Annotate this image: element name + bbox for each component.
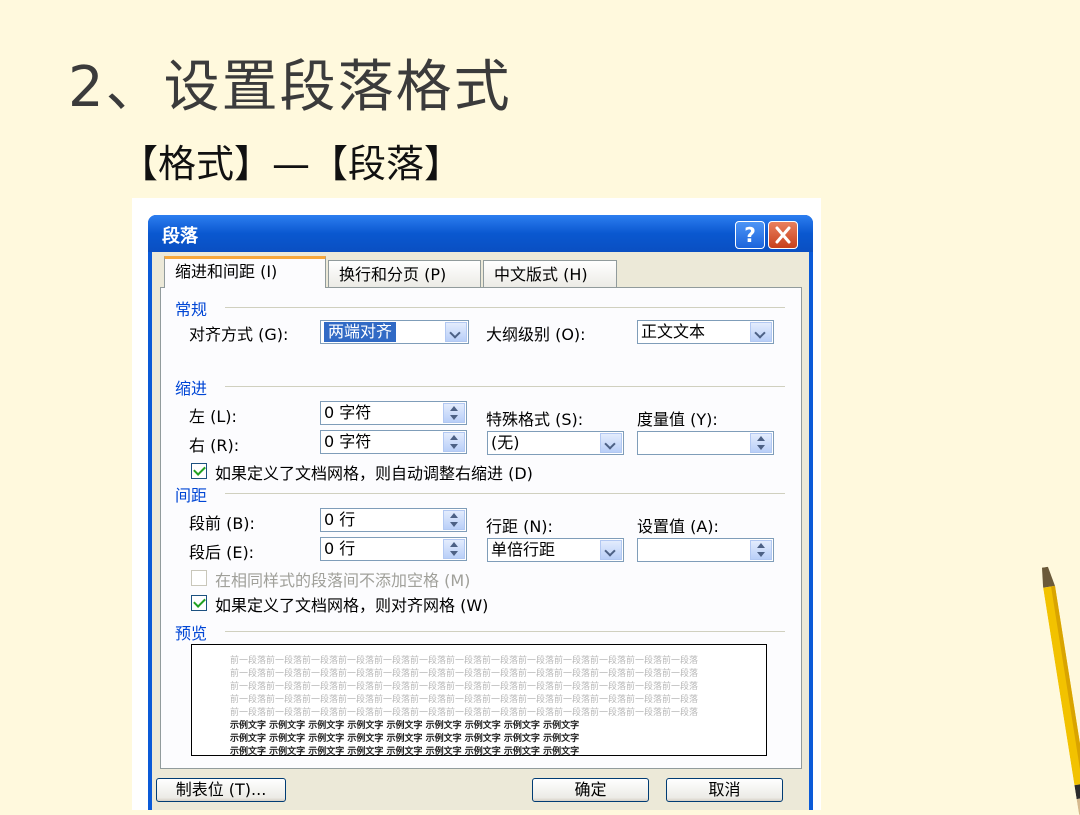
dialog-client: 缩进和间距 (I) 换行和分页 (P) 中文版式 (H) 常规 对齐方式 (G)… [152, 252, 809, 810]
spinner-arrows-icon[interactable] [443, 432, 465, 452]
space-before-label: 段前 (B): [189, 514, 255, 533]
pencil-icon [1041, 566, 1080, 815]
alignment-select[interactable]: 两端对齐 [320, 320, 469, 344]
paragraph-dialog: 段落 ? 缩进和间距 (I) 换行和分页 (P) 中文版式 (H) 常规 对齐方… [148, 215, 813, 810]
outline-level-label: 大纲级别 (O): [486, 325, 586, 344]
special-indent-label: 特殊格式 (S): [486, 410, 584, 429]
preview-prev-line: 前一段落前一段落前一段落前一段落前一段落前一段落前一段落前一段落前一段落前一段落… [230, 695, 699, 705]
slide-subtitle: 【格式】—【段落】 [120, 142, 463, 186]
chevron-down-icon[interactable] [600, 540, 622, 560]
right-indent-value: 0 字符 [324, 432, 372, 451]
outline-level-value: 正文文本 [641, 322, 706, 341]
preview-heading: 预览 [175, 624, 208, 643]
alignment-value: 两端对齐 [324, 322, 397, 342]
preview-prev-line: 前一段落前一段落前一段落前一段落前一段落前一段落前一段落前一段落前一段落前一段落… [230, 682, 699, 692]
preview-sample-line: 示例文字 示例文字 示例文字 示例文字 示例文字 示例文字 示例文字 示例文字 … [230, 747, 580, 756]
space-before-spinner[interactable]: 0 行 [320, 508, 467, 532]
special-indent-select[interactable]: (无) [487, 431, 624, 455]
space-after-value: 0 行 [324, 539, 356, 558]
tab-indents-spacing[interactable]: 缩进和间距 (I) [164, 256, 326, 288]
preview-sample-line: 示例文字 示例文字 示例文字 示例文字 示例文字 示例文字 示例文字 示例文字 … [230, 721, 580, 731]
line-spacing-label: 行距 (N): [486, 517, 553, 536]
indent-by-spinner[interactable] [637, 431, 774, 455]
no-space-same-style-label: 在相同样式的段落间不添加空格 (M) [215, 571, 471, 590]
space-after-spinner[interactable]: 0 行 [320, 537, 467, 561]
close-button[interactable] [768, 221, 798, 249]
preview-prev-line: 前一段落前一段落前一段落前一段落前一段落前一段落前一段落前一段落前一段落前一段落… [230, 708, 699, 718]
left-indent-value: 0 字符 [324, 403, 372, 422]
space-before-value: 0 行 [324, 510, 356, 529]
ok-button[interactable]: 确定 [532, 778, 649, 802]
dialog-title: 段落 [162, 226, 198, 247]
preview-divider [225, 631, 785, 632]
cancel-button[interactable]: 取消 [666, 778, 783, 802]
help-button[interactable]: ? [735, 221, 765, 249]
spacing-divider [225, 493, 785, 494]
tab-panel: 常规 对齐方式 (G): 两端对齐 大纲级别 (O): 正文文本 缩进 左 (L… [160, 287, 802, 769]
indent-divider [225, 386, 785, 387]
spinner-arrows-icon[interactable] [750, 540, 772, 560]
right-indent-label: 右 (R): [189, 436, 240, 455]
auto-adjust-right-indent-label[interactable]: 如果定义了文档网格，则自动调整右缩进 (D) [215, 460, 533, 484]
general-divider [225, 307, 785, 308]
left-indent-spinner[interactable]: 0 字符 [320, 401, 467, 425]
space-after-label: 段后 (E): [189, 543, 255, 562]
tab-asian-typography[interactable]: 中文版式 (H) [483, 260, 617, 287]
close-icon [775, 226, 791, 244]
slide-title: 2、设置段落格式 [68, 55, 512, 120]
preview-prev-line: 前一段落前一段落前一段落前一段落前一段落前一段落前一段落前一段落前一段落前一段落… [230, 656, 699, 666]
left-indent-label: 左 (L): [189, 407, 237, 426]
tabs-button[interactable]: 制表位 (T)... [156, 778, 286, 802]
dialog-screenshot: 段落 ? 缩进和间距 (I) 换行和分页 (P) 中文版式 (H) 常规 对齐方… [132, 198, 821, 810]
line-spacing-at-spinner[interactable] [637, 538, 774, 562]
dialog-titlebar[interactable]: 段落 ? [148, 215, 813, 252]
indent-heading: 缩进 [175, 379, 208, 398]
preview-prev-line: 前一段落前一段落前一段落前一段落前一段落前一段落前一段落前一段落前一段落前一段落… [230, 669, 699, 679]
alignment-label: 对齐方式 (G): [189, 325, 289, 344]
right-indent-spinner[interactable]: 0 字符 [320, 430, 467, 454]
special-indent-value: (无) [491, 433, 520, 452]
auto-adjust-right-indent-checkbox[interactable] [191, 463, 207, 479]
no-space-same-style-checkbox [191, 570, 207, 586]
line-spacing-at-label: 设置值 (A): [637, 517, 719, 536]
indent-by-label: 度量值 (Y): [637, 410, 718, 429]
paragraph-preview: 前一段落前一段落前一段落前一段落前一段落前一段落前一段落前一段落前一段落前一段落… [191, 644, 767, 756]
line-spacing-select[interactable]: 单倍行距 [487, 538, 624, 562]
spinner-arrows-icon[interactable] [443, 539, 465, 559]
general-heading: 常规 [175, 300, 208, 319]
chevron-down-icon[interactable] [750, 322, 772, 342]
spinner-arrows-icon[interactable] [443, 403, 465, 423]
tab-line-page-breaks[interactable]: 换行和分页 (P) [328, 260, 481, 287]
outline-level-select[interactable]: 正文文本 [637, 320, 774, 344]
spacing-heading: 间距 [175, 486, 208, 505]
chevron-down-icon[interactable] [600, 433, 622, 453]
preview-sample-line: 示例文字 示例文字 示例文字 示例文字 示例文字 示例文字 示例文字 示例文字 … [230, 734, 580, 744]
spinner-arrows-icon[interactable] [443, 510, 465, 530]
spinner-arrows-icon[interactable] [750, 433, 772, 453]
chevron-down-icon[interactable] [445, 322, 467, 342]
line-spacing-value: 单倍行距 [491, 540, 556, 559]
snap-to-grid-label[interactable]: 如果定义了文档网格，则对齐网格 (W) [215, 592, 488, 616]
snap-to-grid-checkbox[interactable] [191, 595, 207, 611]
